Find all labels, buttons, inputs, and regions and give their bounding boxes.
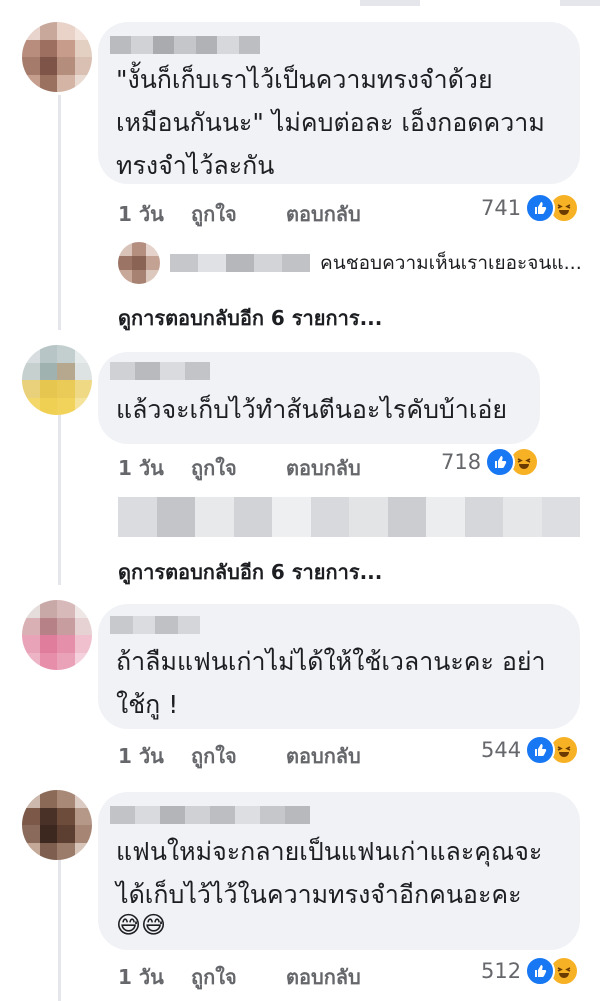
previous-content-edge [560, 0, 600, 6]
avatar[interactable] [22, 600, 92, 670]
like-reaction-icon [525, 193, 556, 223]
like-reaction-icon [525, 735, 556, 765]
like-button[interactable]: ถูกใจ [191, 740, 286, 772]
comment-bubble: แฟนใหม่จะกลายเป็นแฟนเก่าและคุณจะ ได้เก็บ… [98, 792, 580, 950]
comment-bubble: "งั้นก็เก็บเราไว้เป็นความทรงจำด้วย เหมือ… [98, 22, 580, 184]
reply-button[interactable]: ตอบกลับ [286, 198, 361, 230]
reaction-summary[interactable]: 741 [481, 193, 580, 223]
like-reaction-icon [485, 447, 516, 477]
comment-actions: 1 วัน ถูกใจ ตอบกลับ [118, 740, 361, 772]
author-name-blurred[interactable] [110, 806, 310, 824]
view-more-replies[interactable]: ดูการตอบกลับอีก 6 รายการ... [118, 302, 382, 334]
comment-actions: 1 วัน ถูกใจ ตอบกลับ [118, 961, 361, 993]
comment-actions: 1 วัน ถูกใจ ตอบกลับ [118, 452, 361, 484]
author-name-blurred[interactable] [110, 616, 200, 634]
comment-text: ถ้าลืมแฟนเก่าไม่ได้ให้ใช้เวลานะคะ อย่า ใ… [116, 647, 546, 719]
avatar[interactable] [22, 22, 92, 92]
reply-button[interactable]: ตอบกลับ [286, 740, 361, 772]
comment-time[interactable]: 1 วัน [118, 740, 191, 772]
like-reaction-icon [525, 956, 556, 986]
reply-button[interactable]: ตอบกลับ [286, 961, 361, 993]
reply-avatar [118, 242, 160, 284]
comment-time[interactable]: 1 วัน [118, 198, 191, 230]
like-button[interactable]: ถูกใจ [191, 452, 286, 484]
comment-actions: 1 วัน ถูกใจ ตอบกลับ [118, 198, 361, 230]
comment-time[interactable]: 1 วัน [118, 961, 191, 993]
comment-bubble: แล้วจะเก็บไว้ทำส้นตีนอะไรคับบ้าเอ่ย [98, 352, 540, 444]
thread-line [58, 860, 61, 1001]
reaction-count: 718 [441, 450, 482, 474]
comment-time[interactable]: 1 วัน [118, 452, 191, 484]
reply-preview-text: คนชอบความเห็นเราเยอะจนแ... [320, 252, 582, 274]
like-button[interactable]: ถูกใจ [191, 961, 286, 993]
reaction-summary[interactable]: 718 [441, 447, 540, 477]
reaction-count: 544 [481, 738, 522, 762]
emoji-sweat-smile: 😅😅 [116, 911, 167, 939]
reply-author-blurred [170, 254, 310, 272]
comment-bubble: ถ้าลืมแฟนเก่าไม่ได้ให้ใช้เวลานะคะ อย่า ใ… [98, 604, 580, 729]
reply-button[interactable]: ตอบกลับ [286, 452, 361, 484]
comment-text: แล้วจะเก็บไว้ทำส้นตีนอะไรคับบ้าเอ่ย [116, 395, 508, 424]
comment-text: แฟนใหม่จะกลายเป็นแฟนเก่าและคุณจะ ได้เก็บ… [116, 837, 543, 909]
view-more-replies[interactable]: ดูการตอบกลับอีก 6 รายการ... [118, 556, 382, 588]
reaction-count: 512 [481, 959, 522, 983]
author-name-blurred[interactable] [110, 36, 260, 54]
previous-content-edge [360, 0, 420, 6]
avatar[interactable] [22, 790, 92, 860]
author-name-blurred[interactable] [110, 362, 210, 380]
reaction-summary[interactable]: 512 [481, 956, 580, 986]
thread-line [58, 95, 61, 330]
reaction-count: 741 [481, 196, 522, 220]
comment-text: "งั้นก็เก็บเราไว้เป็นความทรงจำด้วย เหมือ… [116, 65, 545, 180]
thread-line [58, 415, 61, 585]
reaction-summary[interactable]: 544 [481, 735, 580, 765]
reply-preview[interactable]: คนชอบความเห็นเราเยอะจนแ... [118, 242, 582, 284]
like-button[interactable]: ถูกใจ [191, 198, 286, 230]
reply-preview-blurred[interactable] [118, 497, 580, 537]
avatar[interactable] [22, 345, 92, 415]
